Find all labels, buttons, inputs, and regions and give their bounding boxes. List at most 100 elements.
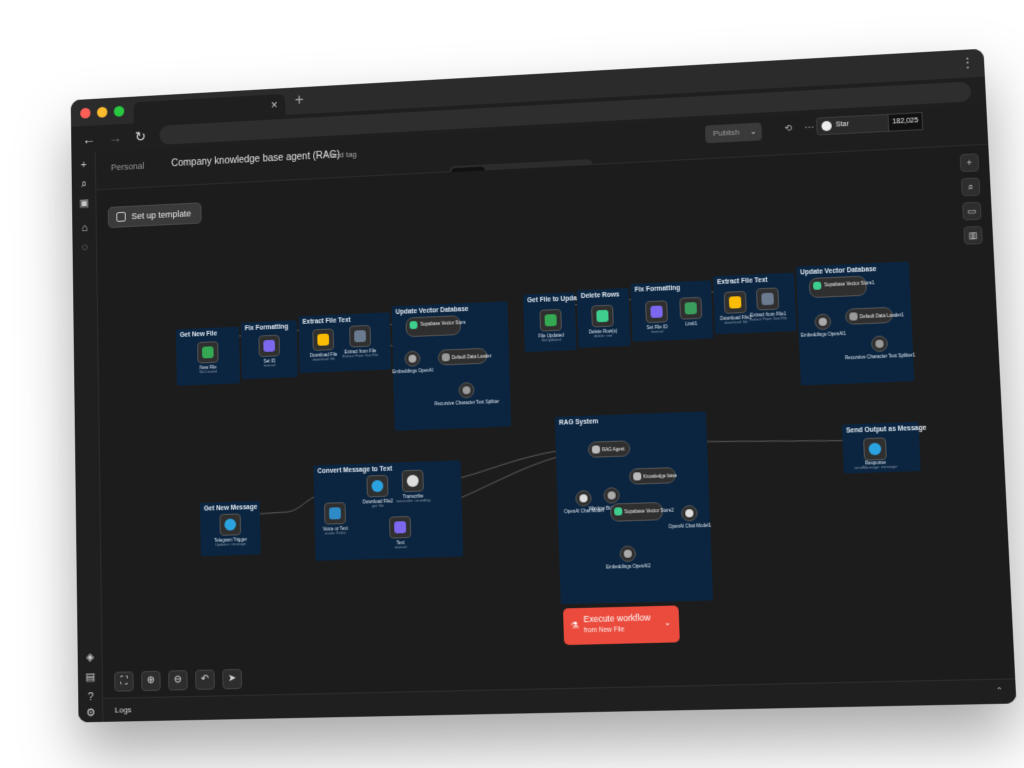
publish-button[interactable]: Publish ⌄ [704, 122, 763, 144]
github-star-button[interactable]: Star [816, 113, 893, 136]
node-label: Extract from File1 Extract From Text File [749, 311, 788, 322]
openai-icon [406, 474, 419, 488]
node-transcribe[interactable] [401, 469, 424, 493]
loader-icon [441, 353, 450, 362]
node-default-data-loader[interactable]: Default Data Loader [437, 347, 492, 366]
node-text[interactable] [389, 515, 412, 539]
screenshot-stage: × + ⋮ ← → ↻ + ⌕ ▣ ⌂ ◌ ◈ ▤ ? ⚙ Personal C… [0, 0, 1024, 768]
logs-expand-icon[interactable]: ⌃ [996, 686, 1004, 696]
pencil-icon [394, 521, 407, 534]
execute-sublabel: from New File [583, 626, 625, 635]
browser-menu-icon[interactable]: ⋮ [961, 55, 974, 70]
sticky-title: Update Vector Database [395, 305, 469, 316]
node-extract-from-file[interactable] [349, 324, 372, 348]
node-rag-agent[interactable]: RAG Agent [587, 440, 631, 458]
node-voice-or-text[interactable] [323, 502, 346, 525]
workflow-canvas[interactable]: Set up template + ⌕ ▭ ▥ Get New File Fix… [96, 144, 1016, 698]
zoom-out-button[interactable]: ⊖ [168, 670, 188, 691]
reload-icon[interactable]: ↻ [135, 128, 146, 145]
node-new-file[interactable] [197, 341, 219, 364]
node-supabase-vector-store[interactable]: Supabase Vector Store [405, 315, 466, 338]
node-label: Download File1 download: file [719, 314, 752, 325]
pencil-icon [650, 305, 663, 318]
new-tab-button[interactable]: + [295, 92, 304, 110]
select-tool-button[interactable]: ➤ [222, 668, 243, 690]
undo-button[interactable]: ↶ [195, 669, 215, 690]
openai-icon [623, 549, 633, 558]
flask-icon: ⚗ [570, 620, 579, 631]
publish-label: Publish [712, 127, 740, 138]
supabase-icon [614, 507, 623, 516]
node-label: Delete Row(s) delete: row [588, 328, 618, 339]
node-label: Response sendMessage: message [854, 459, 898, 471]
minimize-window-button[interactable] [96, 106, 108, 118]
sidebar-toggle-icon[interactable]: ▣ [78, 196, 91, 210]
workflow-name[interactable]: Company knowledge base agent (RAG) [171, 150, 340, 169]
switch-icon [328, 507, 341, 520]
openai-icon [408, 354, 417, 363]
node-telegram-trigger[interactable] [219, 513, 242, 536]
node-delete-rows[interactable] [591, 304, 614, 328]
window-controls [71, 105, 134, 119]
sticky-title: Get New Message [203, 503, 258, 513]
supabase-icon [409, 320, 418, 330]
node-download-file[interactable] [312, 328, 335, 351]
telegram-icon [224, 518, 237, 531]
node-label: Download File download: file [309, 351, 338, 362]
add-icon[interactable]: + [77, 158, 90, 172]
node-download-file-2[interactable] [366, 474, 389, 498]
sticky-title: Extract File Text [716, 276, 768, 287]
search-icon[interactable]: ⌕ [77, 177, 90, 191]
breadcrumb[interactable]: Personal [111, 161, 145, 172]
settings-icon[interactable]: ⚙ [84, 706, 98, 720]
add-tag-button[interactable]: + Add tag [324, 150, 357, 160]
forward-icon[interactable]: → [109, 130, 122, 146]
close-window-button[interactable] [80, 107, 91, 119]
node-set-file-id[interactable] [645, 300, 669, 324]
fit-view-button[interactable]: ⛶ [114, 671, 134, 692]
chevron-down-icon[interactable]: ⌄ [750, 123, 757, 141]
templates-icon[interactable]: ◈ [83, 650, 97, 664]
back-icon[interactable]: ← [82, 131, 95, 147]
close-tab-icon[interactable]: × [271, 98, 278, 112]
github-star-label: Star [835, 120, 850, 129]
splitter-icon [875, 339, 884, 349]
pencil-icon [263, 339, 276, 352]
node-supabase-vector-store-1[interactable]: Supabase Vector Store1 [808, 275, 875, 299]
home-icon[interactable]: ⌂ [78, 221, 91, 235]
splitter-icon [462, 386, 471, 395]
zoom-in-button[interactable]: ⊕ [141, 670, 161, 692]
node-limit[interactable] [679, 296, 703, 320]
more-icon[interactable]: … [804, 120, 815, 131]
openai-icon [579, 494, 588, 503]
node-default-data-loader-1[interactable]: Default Data Loader1 [844, 306, 904, 325]
sticky-title: Get New File [179, 330, 218, 339]
insights-icon[interactable]: ▤ [84, 670, 98, 684]
sticky-title: Get File to Update [527, 295, 583, 305]
node-extract-from-file-1[interactable] [755, 287, 780, 311]
node-file-updated[interactable] [539, 308, 562, 332]
execute-label: Execute workflow [583, 612, 651, 625]
chevron-down-icon[interactable]: ⌄ [664, 618, 671, 627]
google-drive-icon [544, 314, 557, 327]
loader-icon [849, 312, 858, 321]
maximize-window-button[interactable] [113, 105, 125, 117]
node-supabase-vector-store-2[interactable]: Supabase Vector Store2 [609, 501, 674, 522]
node-set-id[interactable] [258, 334, 281, 358]
help-icon[interactable]: ? [84, 690, 98, 704]
github-icon [821, 120, 832, 132]
node-label: Text manual [394, 540, 407, 550]
extract-icon [354, 330, 367, 343]
execute-workflow-button[interactable]: ⚗ Execute workflow from New File ⌄ [562, 605, 680, 646]
history-icon[interactable]: ⟲ [784, 123, 792, 134]
extract-icon [761, 292, 774, 306]
canvas-zoom-controls: ⛶ ⊕ ⊖ ↶ ➤ [114, 668, 243, 692]
node-label: Download File2 get: file [362, 498, 394, 509]
node-download-file-1[interactable] [723, 290, 747, 314]
robot-icon [591, 445, 601, 454]
sticky-title: Fix Formatting [244, 323, 289, 333]
chat-icon[interactable]: ◌ [78, 240, 91, 254]
node-knowledge-base[interactable]: Knowledge base [628, 467, 677, 485]
sticky-title: Update Vector Database [800, 265, 877, 277]
node-response[interactable] [863, 437, 887, 461]
